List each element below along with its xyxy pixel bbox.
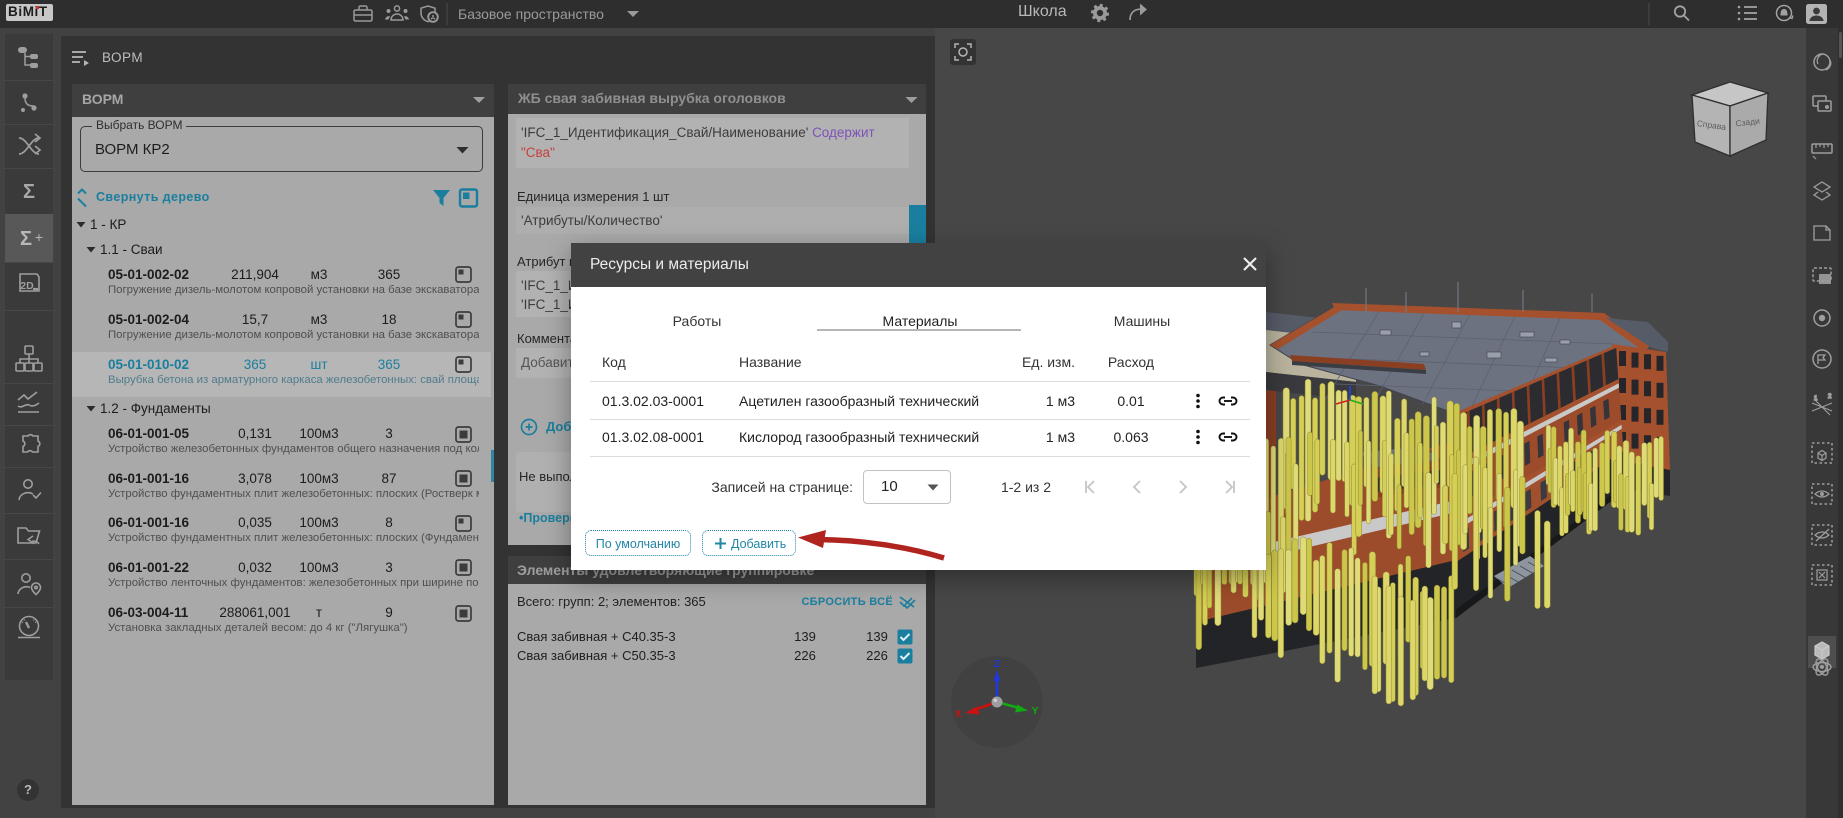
- svg-text:+: +: [35, 229, 43, 245]
- svg-text:2D: 2D: [20, 280, 34, 292]
- svg-text:Z: Z: [994, 658, 1001, 670]
- svg-text:2: 2: [1828, 394, 1832, 400]
- svg-text:1: 1: [1814, 396, 1818, 402]
- svg-text:Σ: Σ: [20, 228, 32, 250]
- svg-text:X: X: [954, 708, 961, 720]
- svg-text:Y: Y: [1031, 705, 1038, 717]
- svg-text:Σ: Σ: [23, 181, 35, 203]
